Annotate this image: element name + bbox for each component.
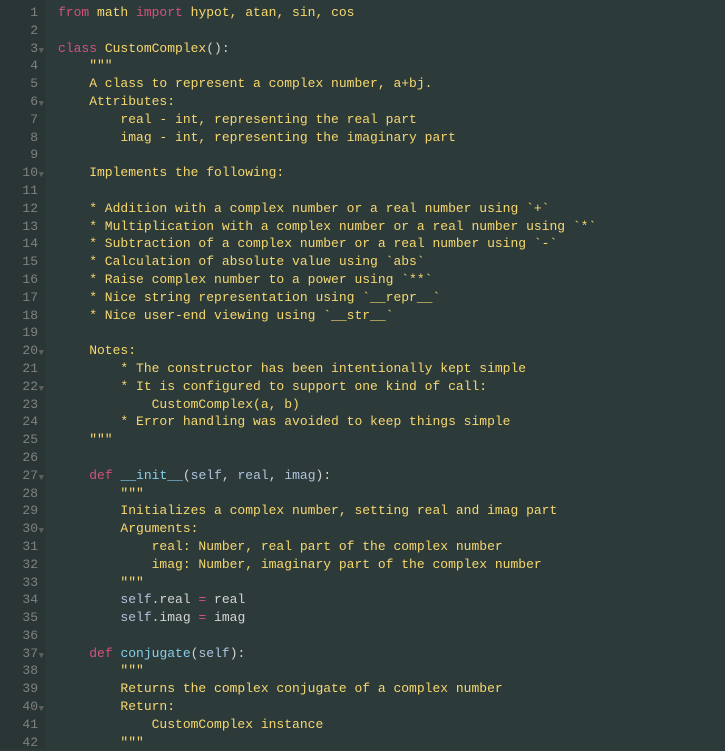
fold-icon[interactable]: ▼ [39,345,44,363]
line-number: 7 [0,111,38,129]
code-line[interactable] [58,449,596,467]
line-number: 38 [0,662,38,680]
fold-icon[interactable]: ▼ [39,43,44,61]
line-number: 21 [0,360,38,378]
line-number: 39 [0,680,38,698]
code-line[interactable]: """ [58,574,596,592]
code-line[interactable]: Notes: [58,342,596,360]
line-number: 20▼ [0,342,38,360]
line-number: 6▼ [0,93,38,111]
code-line[interactable]: """ [58,734,596,751]
code-line[interactable]: * Addition with a complex number or a re… [58,200,596,218]
line-number: 40▼ [0,698,38,716]
code-editor[interactable]: 123▼456▼78910▼11121314151617181920▼2122▼… [0,0,725,749]
code-line[interactable]: Arguments: [58,520,596,538]
code-line[interactable]: * Raise complex number to a power using … [58,271,596,289]
line-number: 13 [0,218,38,236]
line-number: 31 [0,538,38,556]
code-line[interactable]: """ [58,57,596,75]
fold-icon[interactable]: ▼ [39,470,44,488]
line-number: 19 [0,324,38,342]
line-number: 41 [0,716,38,734]
fold-icon[interactable]: ▼ [39,523,44,541]
code-line[interactable]: def conjugate(self): [58,645,596,663]
code-line[interactable]: """ [58,485,596,503]
line-number: 24 [0,413,38,431]
code-line[interactable]: self.real = real [58,591,596,609]
line-number: 27▼ [0,467,38,485]
fold-icon[interactable]: ▼ [39,648,44,666]
line-number: 25 [0,431,38,449]
code-line[interactable]: from math import hypot, atan, sin, cos [58,4,596,22]
code-line[interactable]: * Nice user-end viewing using `__str__` [58,307,596,325]
line-number: 18 [0,307,38,325]
line-number: 10▼ [0,164,38,182]
fold-icon[interactable]: ▼ [39,96,44,114]
code-line[interactable]: def __init__(self, real, imag): [58,467,596,485]
code-line[interactable]: Return: [58,698,596,716]
line-number: 23 [0,396,38,414]
line-number: 28 [0,485,38,503]
line-number-gutter: 123▼456▼78910▼11121314151617181920▼2122▼… [0,0,46,749]
code-line[interactable]: * It is configured to support one kind o… [58,378,596,396]
line-number: 34 [0,591,38,609]
code-line[interactable]: * Calculation of absolute value using `a… [58,253,596,271]
code-line[interactable]: * Error handling was avoided to keep thi… [58,413,596,431]
line-number: 22▼ [0,378,38,396]
line-number: 3▼ [0,40,38,58]
code-line[interactable]: """ [58,662,596,680]
code-line[interactable]: Attributes: [58,93,596,111]
fold-icon[interactable]: ▼ [39,167,44,185]
code-area[interactable]: from math import hypot, atan, sin, cos cl… [46,0,596,749]
line-number: 36 [0,627,38,645]
code-line[interactable]: Implements the following: [58,164,596,182]
line-number: 4 [0,57,38,75]
code-line[interactable]: * The constructor has been intentionally… [58,360,596,378]
line-number: 15 [0,253,38,271]
line-number: 1 [0,4,38,22]
line-number: 35 [0,609,38,627]
code-line[interactable]: A class to represent a complex number, a… [58,75,596,93]
code-line[interactable]: real - int, representing the real part [58,111,596,129]
line-number: 14 [0,235,38,253]
line-number: 33 [0,574,38,592]
code-line[interactable] [58,627,596,645]
code-line[interactable]: * Subtraction of a complex number or a r… [58,235,596,253]
line-number: 16 [0,271,38,289]
code-line[interactable] [58,324,596,342]
code-line[interactable]: * Nice string representation using `__re… [58,289,596,307]
line-number: 17 [0,289,38,307]
line-number: 8 [0,129,38,147]
code-line[interactable]: imag: Number, imaginary part of the comp… [58,556,596,574]
fold-icon[interactable]: ▼ [39,701,44,719]
line-number: 42 [0,734,38,751]
code-line[interactable]: CustomComplex(a, b) [58,396,596,414]
code-line[interactable]: * Multiplication with a complex number o… [58,218,596,236]
line-number: 11 [0,182,38,200]
code-line[interactable] [58,182,596,200]
line-number: 5 [0,75,38,93]
line-number: 12 [0,200,38,218]
code-line[interactable]: class CustomComplex(): [58,40,596,58]
code-line[interactable]: """ [58,431,596,449]
code-line[interactable] [58,22,596,40]
line-number: 37▼ [0,645,38,663]
code-line[interactable] [58,146,596,164]
line-number: 2 [0,22,38,40]
line-number: 29 [0,502,38,520]
line-number: 9 [0,146,38,164]
code-line[interactable]: Initializes a complex number, setting re… [58,502,596,520]
code-line[interactable]: imag - int, representing the imaginary p… [58,129,596,147]
code-line[interactable]: CustomComplex instance [58,716,596,734]
fold-icon[interactable]: ▼ [39,381,44,399]
line-number: 32 [0,556,38,574]
line-number: 26 [0,449,38,467]
code-line[interactable]: Returns the complex conjugate of a compl… [58,680,596,698]
line-number: 30▼ [0,520,38,538]
code-line[interactable]: self.imag = imag [58,609,596,627]
code-line[interactable]: real: Number, real part of the complex n… [58,538,596,556]
